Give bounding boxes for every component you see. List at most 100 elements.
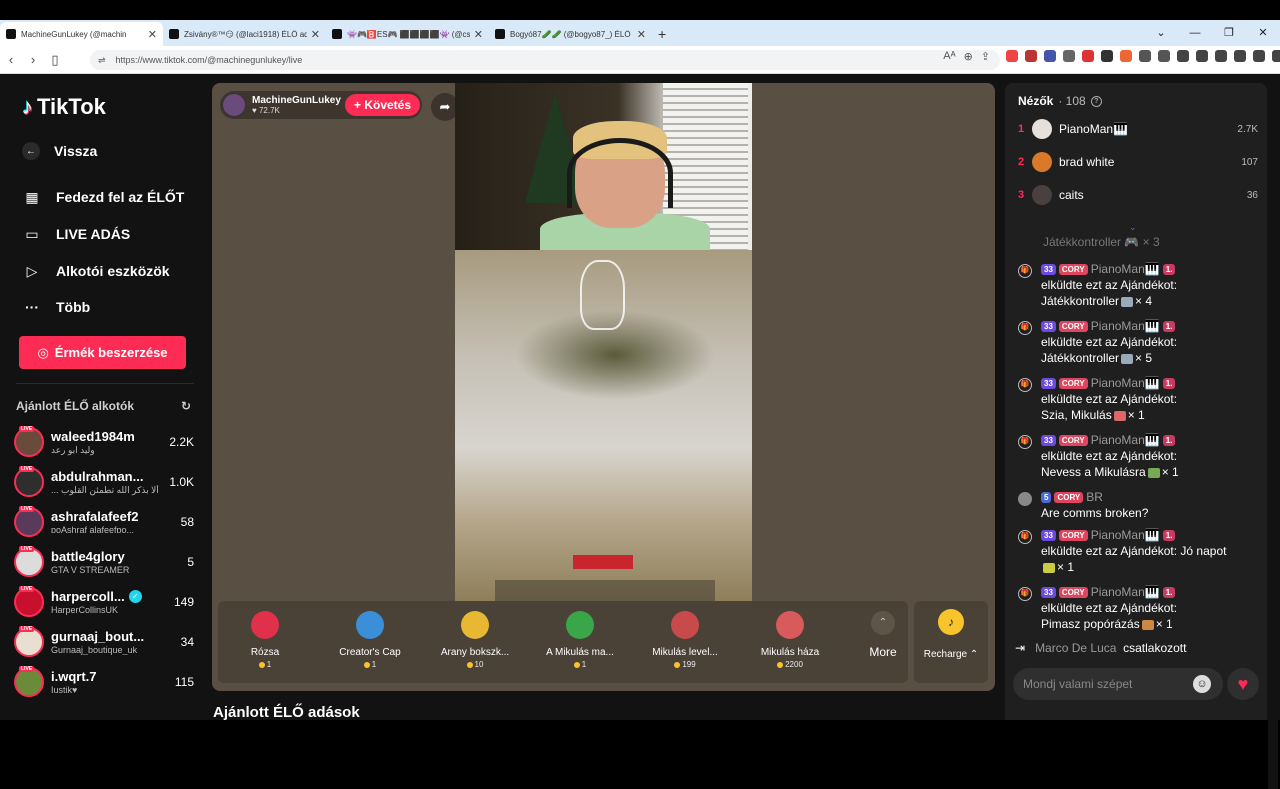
live-badge: LIVE bbox=[19, 666, 35, 672]
extension-icon[interactable] bbox=[1139, 50, 1151, 62]
new-tab-button[interactable]: + bbox=[652, 22, 672, 46]
viewer-count: 58 bbox=[180, 515, 194, 529]
more-gifts-button[interactable]: ⌃ More bbox=[858, 607, 908, 659]
tab-search-icon[interactable]: ⌄ bbox=[1144, 20, 1178, 46]
chat-username[interactable]: PianoMan🎹 bbox=[1091, 375, 1160, 391]
extension-icon[interactable] bbox=[1120, 50, 1132, 62]
top-viewer[interactable]: 1 PianoMan🎹 2.7K bbox=[1018, 118, 1258, 140]
avatar: LIVE bbox=[14, 666, 44, 697]
info-icon[interactable]: ? bbox=[1090, 95, 1102, 107]
read-aloud-icon[interactable]: Aᴬ bbox=[943, 50, 955, 63]
gift-icon bbox=[671, 611, 699, 639]
recommended-creator[interactable]: LIVE harpercoll... ✓ HarperCollinsUK 149 bbox=[14, 584, 194, 620]
sidebar-item-explore-live[interactable]: ▦ Fedezd fel az ÉLŐT bbox=[22, 187, 184, 207]
streamer-likes: ♥ 72.7K bbox=[252, 106, 280, 115]
gift-text: elküldte ezt az Ajándékot: bbox=[1041, 601, 1178, 615]
comment-input[interactable]: Mondj valami szépet bbox=[1013, 668, 1223, 700]
sidebar-item-creator-tools[interactable]: ▷ Alkotói eszközök bbox=[22, 261, 170, 281]
chevron-down-icon[interactable]: ⌄ bbox=[1129, 222, 1137, 233]
zoom-icon[interactable]: ⊕ bbox=[964, 50, 973, 63]
chat-panel: Nézők · 108 ? 1 PianoMan🎹 2.7K 2 brad white 1… bbox=[1005, 83, 1267, 720]
extension-icon[interactable] bbox=[1101, 50, 1113, 62]
chat-username[interactable]: BR bbox=[1086, 489, 1103, 505]
gift-quantity: × 1 bbox=[1057, 560, 1075, 574]
sidebar-toggle-icon[interactable] bbox=[1196, 50, 1208, 62]
collections-icon[interactable] bbox=[1253, 50, 1265, 62]
favorites-icon[interactable] bbox=[1234, 50, 1246, 62]
close-tab-icon[interactable]: ✕ bbox=[311, 28, 320, 41]
coin-icon bbox=[573, 661, 580, 668]
gift-price: 1 bbox=[371, 660, 377, 669]
shield-icon[interactable] bbox=[1272, 50, 1280, 62]
tools-extension-icon[interactable] bbox=[1063, 50, 1075, 62]
live-video[interactable] bbox=[455, 83, 752, 610]
extension-icon[interactable] bbox=[1082, 50, 1094, 62]
recommended-creator[interactable]: LIVE gurnaaj_bout... Gurnaaj_boutique_uk 34 bbox=[14, 624, 194, 660]
back-nav-icon[interactable]: ‹ bbox=[0, 52, 22, 67]
restore-icon[interactable]: ❐ bbox=[1212, 20, 1246, 46]
brave-shield-icon[interactable] bbox=[1006, 50, 1018, 62]
emoji-icon[interactable]: ☺ bbox=[1193, 675, 1211, 693]
chat-username[interactable]: PianoMan🎹 bbox=[1091, 584, 1160, 600]
recharge-button[interactable]: ♪ Recharge ⌃ bbox=[914, 601, 988, 683]
media-icon[interactable] bbox=[1177, 50, 1189, 62]
minimize-icon[interactable]: — bbox=[1178, 20, 1212, 46]
fan-club-badge: CORY bbox=[1054, 491, 1084, 503]
close-tab-icon[interactable]: ✕ bbox=[637, 28, 646, 41]
joined-user[interactable]: Marco De Luca bbox=[1035, 641, 1116, 655]
close-tab-icon[interactable]: ✕ bbox=[148, 28, 157, 41]
avatar: LIVE bbox=[14, 466, 44, 497]
gift-item[interactable]: Arany bokszk... 10 bbox=[430, 607, 520, 679]
gift-item[interactable]: A Mikulás ma... 1 bbox=[535, 607, 625, 679]
subscriber-badge: 1. bbox=[1162, 434, 1176, 446]
gift-item[interactable]: Creator's Cap 1 bbox=[325, 607, 415, 679]
close-tab-icon[interactable]: ✕ bbox=[474, 28, 483, 41]
top-viewer[interactable]: 2 brad white 107 bbox=[1018, 151, 1258, 173]
browser-tab[interactable]: MachineGunLukey (@machin ✕ bbox=[0, 22, 163, 46]
chat-username[interactable]: PianoMan🎹 bbox=[1091, 318, 1160, 334]
url-field[interactable]: ⇌ https://www.tiktok.com/@machinegunluke… bbox=[90, 50, 1000, 70]
extensions-puzzle-icon[interactable] bbox=[1158, 50, 1170, 62]
chat-message: 🎁 33 CORY PianoMan🎹 1. elküldte ezt az Ajándé… bbox=[1015, 584, 1260, 632]
wallet-icon[interactable] bbox=[1215, 50, 1227, 62]
refresh-icon[interactable]: ↻ bbox=[181, 399, 191, 413]
share-page-icon[interactable]: ⇪ bbox=[981, 50, 990, 63]
avatar: LIVE bbox=[14, 626, 44, 657]
warning-extension-icon[interactable] bbox=[1025, 50, 1037, 62]
chat-username[interactable]: PianoMan🎹 bbox=[1091, 261, 1160, 277]
recommended-creator[interactable]: LIVE i.wqrt.7 Iustik♥ 115 bbox=[14, 664, 194, 700]
get-coins-button[interactable]: ◎ Érmék beszerzése bbox=[19, 336, 186, 369]
level-badge: 33 bbox=[1041, 263, 1056, 275]
gift-item[interactable]: Rózsa 1 bbox=[220, 607, 310, 679]
browser-tab[interactable]: Zsivány®™😏 (@laci1918) ÉLŐ adás ✕ bbox=[163, 22, 326, 46]
site-info-icon[interactable]: ⇌ bbox=[98, 55, 106, 66]
arrow-left-icon: ← bbox=[22, 142, 40, 160]
translate-extension-icon[interactable] bbox=[1044, 50, 1056, 62]
recommended-creator[interactable]: LIVE battle4glory GTA V STREAMER 5 bbox=[14, 544, 194, 580]
chat-username[interactable]: PianoMan🎹 bbox=[1091, 527, 1160, 543]
follow-button[interactable]: + Követés bbox=[345, 94, 420, 116]
live-stream-panel: MachineGunLukey ♥ 72.7K + Követés ➦ Miku… bbox=[212, 83, 995, 691]
gift-icon bbox=[566, 611, 594, 639]
top-viewer[interactable]: 3 caits 36 bbox=[1018, 184, 1258, 206]
tiktok-logo[interactable]: ♪ TikTok bbox=[22, 94, 106, 120]
recharge-label: Recharge ⌃ bbox=[923, 649, 979, 660]
like-heart-icon[interactable]: ♥ bbox=[1227, 668, 1259, 700]
forward-nav-icon[interactable]: › bbox=[22, 52, 44, 67]
close-window-icon[interactable]: ✕ bbox=[1246, 20, 1280, 46]
back-link[interactable]: ← Vissza bbox=[22, 142, 97, 160]
gift-quantity: × 1 bbox=[1161, 465, 1179, 479]
sidebar-item-go-live[interactable]: ▭ LIVE ADÁS bbox=[22, 224, 130, 244]
gift-item[interactable]: Mikulás háza 2200 bbox=[745, 607, 835, 679]
browser-tab[interactable]: Bogyó87🥒🥒 (@bogyo87_) ÉLŐ a ✕ bbox=[489, 22, 652, 46]
bookmark-icon[interactable]: ▯ bbox=[44, 52, 66, 68]
gift-item[interactable]: Mikulás level... 199 bbox=[640, 607, 730, 679]
recommended-creator[interactable]: LIVE ashrafalafeef2 ɒoAshraf alafeefɒo... 5… bbox=[14, 504, 194, 540]
browser-tab[interactable]: 👾🎮🅱️ES🎮 ⬛⬛⬛⬛👾 (@csby0 ✕ bbox=[326, 22, 489, 46]
recommended-creator[interactable]: LIVE waleed1984m وليد ابو رعد 2.2K bbox=[14, 424, 194, 460]
sidebar-item-more[interactable]: ··· Több bbox=[22, 297, 90, 317]
page-scrollbar[interactable] bbox=[1268, 149, 1278, 789]
chat-username[interactable]: PianoMan🎹 bbox=[1091, 432, 1160, 448]
recommended-creator[interactable]: LIVE abdulrahman...... ألا بذكر الله تطمئ… bbox=[14, 464, 194, 500]
gift-quantity: × 5 bbox=[1135, 351, 1153, 365]
